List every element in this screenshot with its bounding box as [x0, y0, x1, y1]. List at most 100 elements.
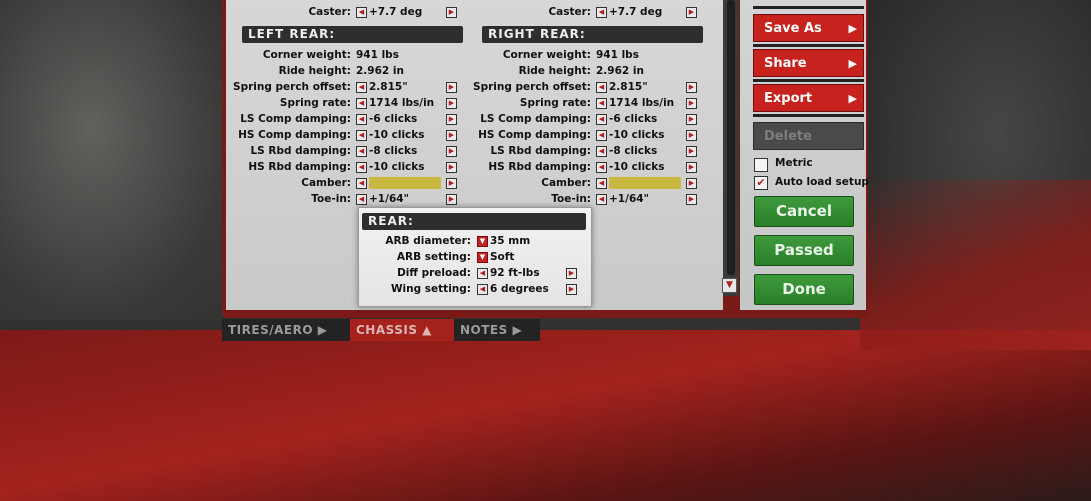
field-value: 1714 lbs/in [609, 97, 675, 109]
increase-arrow-icon[interactable]: ▶ [446, 114, 457, 125]
field-label: Toe-in: [551, 193, 591, 205]
setup-field-row: HS Rbd damping: ◀ -10 clicks ▶ [466, 160, 697, 174]
field-value: 2.962 in [596, 65, 644, 77]
decrease-arrow-icon[interactable]: ◀ [596, 114, 607, 125]
increase-arrow-icon[interactable]: ▶ [686, 178, 697, 189]
rear-heading: REAR: [362, 213, 586, 230]
background-car-body [0, 330, 1091, 501]
increase-arrow-icon[interactable]: ▶ [686, 130, 697, 141]
increase-arrow-icon[interactable]: ▶ [446, 162, 457, 173]
decrease-arrow-icon[interactable]: ◀ [596, 130, 607, 141]
field-value: 6 degrees [490, 283, 549, 295]
arrow-right-icon: ▶ [848, 57, 857, 70]
setup-field-row: Spring perch offset: ◀ 2.815" ▶ [226, 80, 457, 94]
increase-arrow-icon[interactable]: ▶ [686, 82, 697, 93]
button-label: Save As [764, 21, 822, 36]
field-label: LS Comp damping: [480, 113, 591, 125]
setup-field-row: LS Comp damping: ◀ -6 clicks ▶ [466, 112, 697, 126]
increase-arrow-icon[interactable]: ▶ [446, 130, 457, 141]
setup-field-row: Spring perch offset: ◀ 2.815" ▶ [466, 80, 697, 94]
decrease-arrow-icon[interactable]: ◀ [356, 7, 367, 18]
done-button[interactable]: Done [754, 274, 854, 305]
arrow-right-icon: ▶ [848, 92, 857, 105]
increase-arrow-icon[interactable]: ▶ [686, 146, 697, 157]
field-value: +1/64" [369, 193, 410, 205]
rear-popup: REAR: ARB diameter: ▼ 35 mm ARB setting:… [358, 207, 592, 307]
field-label: Camber: [541, 177, 591, 189]
delete-button[interactable]: Delete [753, 122, 864, 150]
decrease-arrow-icon[interactable]: ◀ [356, 162, 367, 173]
field-label: Toe-in: [311, 193, 351, 205]
decrease-arrow-icon[interactable]: ◀ [596, 178, 607, 189]
camber-value-bar [609, 177, 681, 189]
scroll-down-icon[interactable]: ▼ [722, 278, 737, 293]
decrease-arrow-icon[interactable]: ◀ [477, 284, 488, 295]
passed-button[interactable]: Passed [754, 235, 854, 266]
decrease-arrow-icon[interactable]: ◀ [596, 146, 607, 157]
decrease-arrow-icon[interactable]: ◀ [596, 162, 607, 173]
field-label: HS Rbd damping: [248, 161, 351, 173]
decrease-arrow-icon[interactable]: ◀ [596, 7, 607, 18]
decrease-arrow-icon[interactable]: ◀ [356, 146, 367, 157]
field-label: Wing setting: [390, 283, 471, 295]
increase-arrow-icon[interactable]: ▶ [686, 162, 697, 173]
decrease-arrow-icon[interactable]: ◀ [596, 98, 607, 109]
field-label: Diff preload: [397, 267, 471, 279]
increase-arrow-icon[interactable]: ▶ [566, 268, 577, 279]
increase-arrow-icon[interactable]: ▶ [446, 98, 457, 109]
field-value: 2.815" [369, 81, 408, 93]
tab-tires-aero[interactable]: TIRES/AERO ▶ [222, 319, 350, 341]
wing-setting-row: Wing setting: ◀ 6 degrees ▶ [359, 282, 591, 296]
separator [753, 79, 864, 82]
field-label: ARB diameter: [385, 235, 471, 247]
field-label: Spring perch offset: [473, 81, 591, 93]
autoload-checkbox[interactable]: ✔ [754, 176, 768, 190]
increase-arrow-icon[interactable]: ▶ [446, 146, 457, 157]
increase-arrow-icon[interactable]: ▶ [446, 194, 457, 205]
background-car-body [860, 180, 1091, 350]
setup-field-row: Spring rate: ◀ 1714 lbs/in ▶ [466, 96, 697, 110]
tab-chassis[interactable]: CHASSIS ▲ [350, 319, 454, 341]
decrease-arrow-icon[interactable]: ◀ [596, 194, 607, 205]
checkmark-icon: ✔ [756, 176, 766, 189]
decrease-arrow-icon[interactable]: ◀ [356, 98, 367, 109]
decrease-arrow-icon[interactable]: ◀ [356, 114, 367, 125]
increase-arrow-icon[interactable]: ▶ [446, 178, 457, 189]
field-label: LS Comp damping: [240, 113, 351, 125]
tab-notes[interactable]: NOTES ▶ [454, 319, 540, 341]
setup-field-row: LS Rbd damping: ◀ -8 clicks ▶ [226, 144, 457, 158]
field-value: +7.7 deg [609, 6, 663, 18]
setup-field-row: Corner weight: 941 lbs [466, 48, 696, 62]
decrease-arrow-icon[interactable]: ◀ [356, 130, 367, 141]
setup-field-row: HS Comp damping: ◀ -10 clicks ▶ [466, 128, 697, 142]
metric-checkbox[interactable] [754, 158, 768, 172]
decrease-arrow-icon[interactable]: ◀ [356, 82, 367, 93]
increase-arrow-icon[interactable]: ▶ [686, 98, 697, 109]
export-button[interactable]: Export ▶ [753, 84, 864, 112]
decrease-arrow-icon[interactable]: ◀ [596, 82, 607, 93]
field-label: LS Rbd damping: [250, 145, 351, 157]
increase-arrow-icon[interactable]: ▶ [686, 194, 697, 205]
separator [753, 44, 864, 47]
save-as-button[interactable]: Save As ▶ [753, 14, 864, 42]
increase-arrow-icon[interactable]: ▶ [566, 284, 577, 295]
increase-arrow-icon[interactable]: ▶ [446, 82, 457, 93]
field-value: 1714 lbs/in [369, 97, 435, 109]
dropdown-icon[interactable]: ▼ [477, 236, 488, 247]
field-value: 35 mm [490, 235, 531, 247]
decrease-arrow-icon[interactable]: ◀ [356, 194, 367, 205]
background-blur [0, 0, 230, 320]
decrease-arrow-icon[interactable]: ◀ [356, 178, 367, 189]
increase-arrow-icon[interactable]: ▶ [446, 7, 457, 18]
increase-arrow-icon[interactable]: ▶ [686, 7, 697, 18]
setup-field-row: Toe-in: ◀ +1/64" ▶ [466, 192, 697, 206]
dropdown-icon[interactable]: ▼ [477, 252, 488, 263]
increase-arrow-icon[interactable]: ▶ [686, 114, 697, 125]
arrow-right-icon: ▶ [848, 22, 857, 35]
scrollbar-thumb[interactable] [727, 0, 735, 275]
decrease-arrow-icon[interactable]: ◀ [477, 268, 488, 279]
cancel-button[interactable]: Cancel [754, 196, 854, 227]
share-button[interactable]: Share ▶ [753, 49, 864, 77]
setup-field-row: Ride height: 2.962 in [226, 64, 456, 78]
field-label: HS Comp damping: [478, 129, 591, 141]
